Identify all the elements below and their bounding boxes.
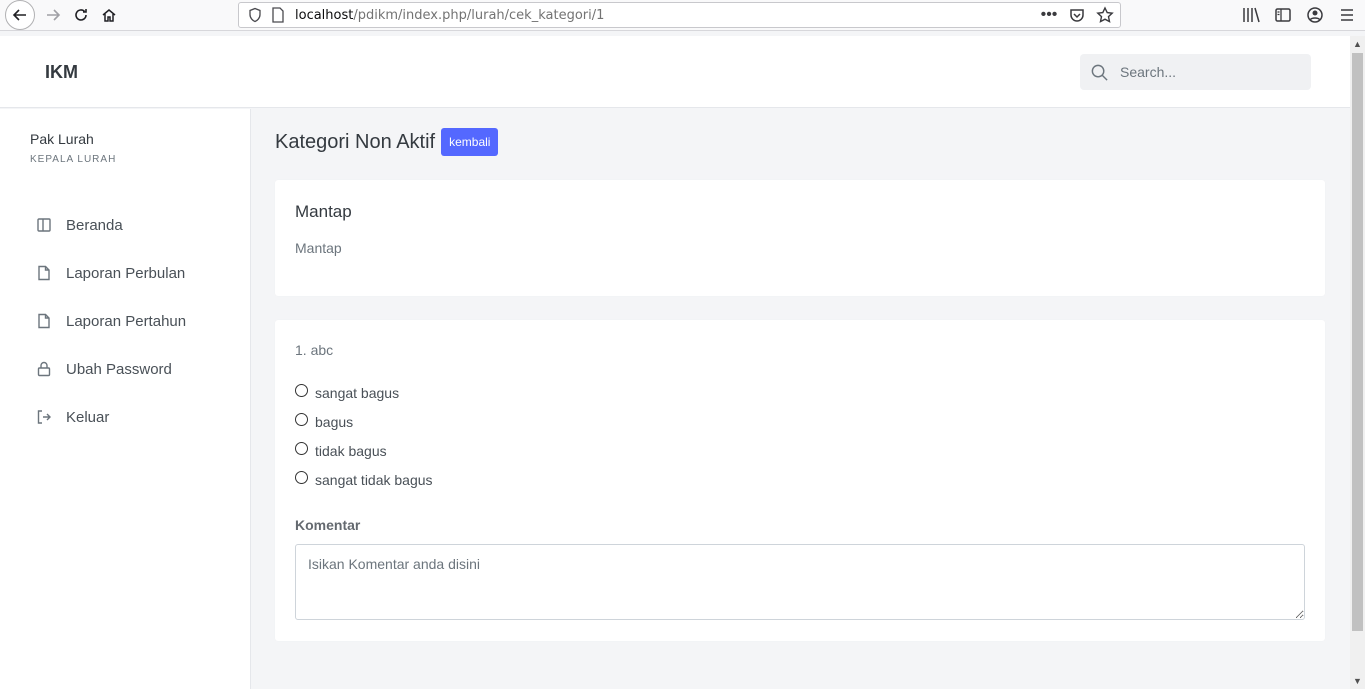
sidebar-item-ubah-password[interactable]: Ubah Password	[0, 345, 250, 393]
answer-option[interactable]: sangat bagus	[295, 378, 433, 407]
page-info-icon[interactable]	[271, 7, 285, 23]
scroll-thumb[interactable]	[1352, 53, 1363, 631]
radio-button[interactable]	[295, 471, 308, 484]
answer-option[interactable]: tidak bagus	[295, 436, 433, 465]
sidebar-item-label: Laporan Pertahun	[66, 312, 187, 330]
scroll-up-icon[interactable]: ▲	[1353, 39, 1362, 49]
app-header: IKM	[0, 36, 1350, 108]
more-actions-icon[interactable]: •••	[1040, 6, 1058, 24]
menu-icon[interactable]	[1337, 5, 1357, 25]
sidebar-item-label: Beranda	[66, 216, 123, 234]
comment-textarea[interactable]	[295, 544, 1305, 620]
lock-icon	[37, 361, 51, 377]
question-text: 1. abc	[295, 342, 334, 358]
search-input[interactable]	[1120, 64, 1300, 80]
arrow-right-icon	[47, 9, 61, 21]
browser-back-button[interactable]	[5, 0, 35, 30]
home-icon	[102, 9, 116, 22]
url-bar[interactable]: localhost/pdikm/index.php/lurah/cek_kate…	[238, 2, 1121, 28]
browser-home-button[interactable]	[95, 1, 123, 29]
question-card: 1. abc sangat bagus bagus tidak bagus sa…	[275, 320, 1325, 641]
sidebar-menu: Beranda Laporan Perbulan Laporan Pertahu…	[0, 201, 250, 441]
answer-option[interactable]: sangat tidak bagus	[295, 465, 433, 494]
search-icon	[1091, 64, 1108, 81]
option-label[interactable]: bagus	[315, 414, 353, 430]
category-description: Mantap	[295, 240, 342, 256]
page-title-row: Kategori Non Aktif kembali	[275, 128, 499, 156]
option-label[interactable]: tidak bagus	[315, 443, 387, 459]
option-label[interactable]: sangat bagus	[315, 385, 399, 401]
library-icon[interactable]	[1241, 5, 1261, 25]
file-icon	[38, 313, 50, 329]
user-role: KEPALA LURAH	[30, 154, 117, 165]
browser-reload-button[interactable]	[67, 1, 95, 29]
account-icon[interactable]	[1305, 5, 1325, 25]
reload-icon	[75, 9, 87, 21]
sidebar-item-laporan-pertahun[interactable]: Laporan Pertahun	[0, 297, 250, 345]
sidebar-item-label: Ubah Password	[66, 360, 172, 378]
sidebar: Pak Lurah KEPALA LURAH Beranda Laporan P…	[0, 109, 251, 689]
logout-icon	[37, 410, 51, 424]
page-scrollbar[interactable]: ▲ ▼	[1350, 36, 1365, 689]
sidebar-item-laporan-perbulan[interactable]: Laporan Perbulan	[0, 249, 250, 297]
pocket-icon[interactable]	[1068, 6, 1086, 24]
url-text[interactable]: localhost/pdikm/index.php/lurah/cek_kate…	[295, 8, 604, 23]
scroll-down-icon[interactable]: ▼	[1353, 676, 1362, 686]
answer-options: sangat bagus bagus tidak bagus sangat ti…	[295, 378, 433, 494]
arrow-left-icon	[12, 9, 26, 21]
radio-button[interactable]	[295, 442, 308, 455]
main-content: Kategori Non Aktif kembali Mantap Mantap…	[251, 109, 1350, 689]
back-button[interactable]: kembali	[441, 128, 499, 156]
user-name: Pak Lurah	[30, 131, 94, 147]
url-host: localhost	[295, 7, 354, 23]
sidebar-item-beranda[interactable]: Beranda	[0, 201, 250, 249]
shield-icon[interactable]	[247, 7, 263, 23]
sidebar-toggle-icon[interactable]	[1273, 5, 1293, 25]
url-path: /pdikm/index.php/lurah/cek_kategori/1	[353, 7, 605, 23]
option-label[interactable]: sangat tidak bagus	[315, 472, 433, 488]
answer-option[interactable]: bagus	[295, 407, 433, 436]
browser-forward-button[interactable]	[39, 1, 67, 29]
category-card: Mantap Mantap	[275, 180, 1325, 296]
page-title: Kategori Non Aktif	[275, 130, 436, 153]
file-icon	[38, 265, 50, 281]
search-box[interactable]	[1080, 54, 1311, 90]
sidebar-item-keluar[interactable]: Keluar	[0, 393, 250, 441]
radio-button[interactable]	[295, 384, 308, 397]
browser-toolbar: localhost/pdikm/index.php/lurah/cek_kate…	[0, 0, 1365, 31]
comment-label: Komentar	[295, 517, 361, 533]
category-title: Mantap	[295, 202, 352, 221]
sidebar-item-label: Laporan Perbulan	[66, 264, 186, 282]
radio-button[interactable]	[295, 413, 308, 426]
bookmark-star-icon[interactable]	[1096, 6, 1114, 24]
layout-icon	[37, 218, 51, 232]
brand-logo[interactable]: IKM	[45, 62, 78, 83]
sidebar-item-label: Keluar	[66, 408, 110, 426]
